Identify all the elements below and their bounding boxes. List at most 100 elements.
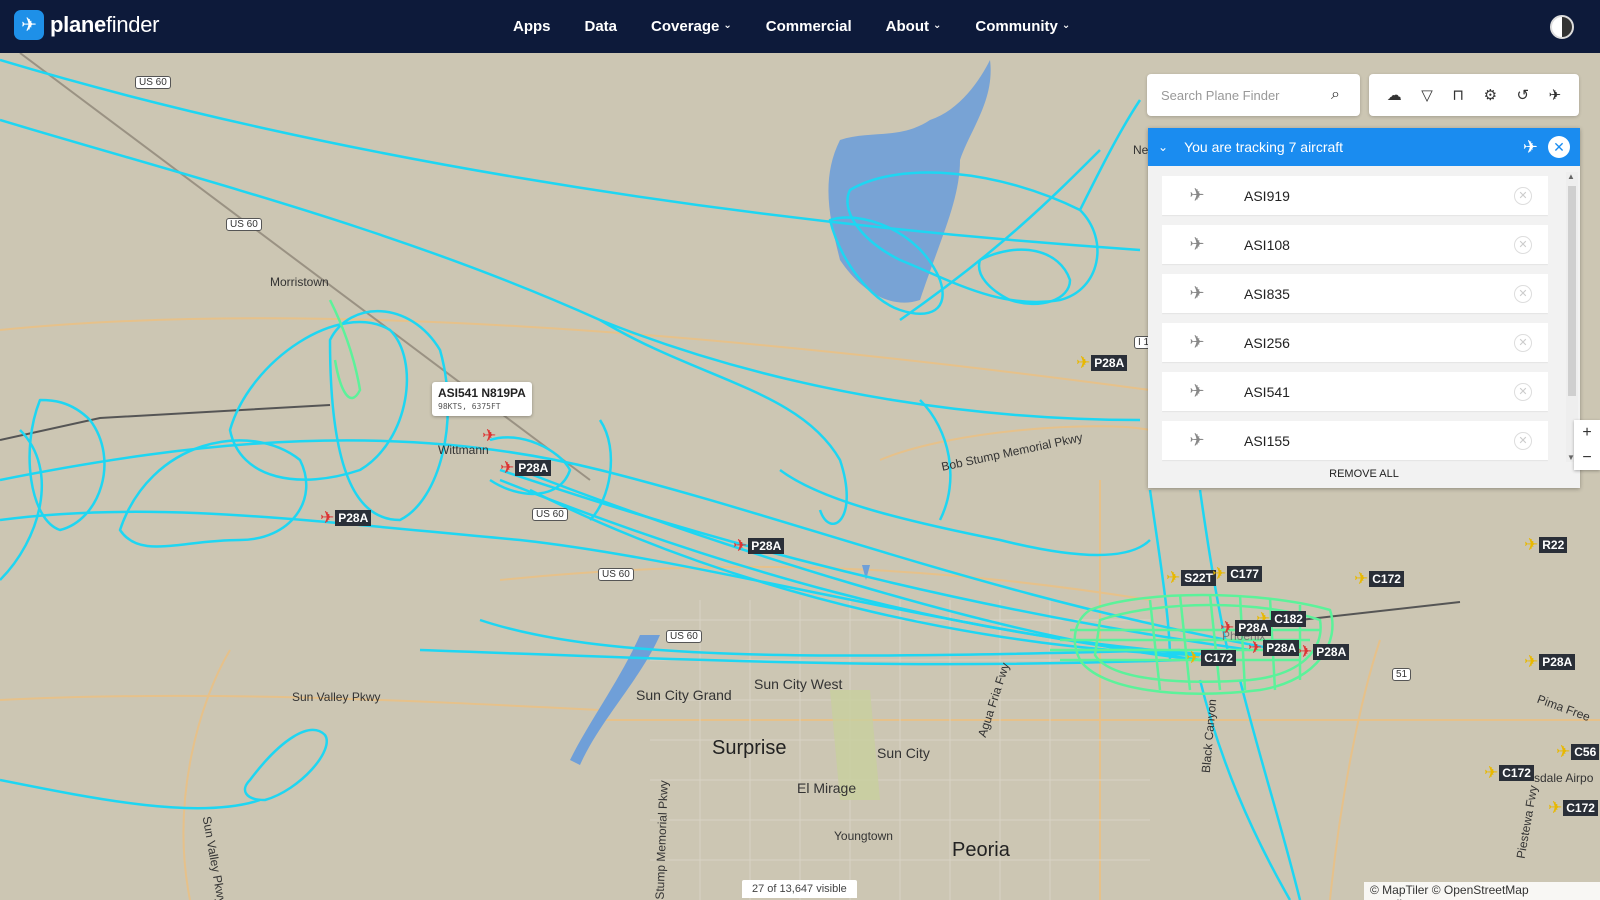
aircraft-tooltip[interactable]: ASI541 N819PA 98KTS, 6375FT [432, 382, 532, 416]
remove-icon[interactable]: ✕ [1514, 187, 1532, 205]
tracking-icon[interactable]: ✈ [1549, 86, 1562, 104]
highway-shield-us60: US 60 [598, 568, 634, 581]
plane-icon: ✈ [1189, 185, 1205, 205]
place-peoria: Peoria [952, 839, 1010, 861]
panel-scrollbar[interactable]: ▲ ▼ [1566, 172, 1578, 462]
search-input[interactable] [1161, 87, 1331, 103]
map-attribution[interactable]: © MapTiler © OpenStreetMap contributors [1364, 882, 1600, 900]
nav-commercial[interactable]: Commercial [766, 18, 852, 35]
tracking-title: You are tracking 7 aircraft [1184, 139, 1344, 155]
plane-icon: ✈ [1166, 568, 1181, 587]
tracked-aircraft-row[interactable]: ✈ ASI256 ✕ [1162, 323, 1548, 362]
plane-icon: ✈ [1298, 642, 1313, 661]
remove-icon[interactable]: ✕ [1514, 334, 1532, 352]
tracked-aircraft-row[interactable]: ✈ ASI155 ✕ [1162, 421, 1548, 460]
plane-icon: ✈ [1189, 381, 1205, 401]
filter-icon[interactable]: ▽ [1421, 86, 1433, 104]
remove-all-button[interactable]: REMOVE ALL [1148, 468, 1580, 480]
remove-icon[interactable]: ✕ [1514, 285, 1532, 303]
aircraft-marker[interactable]: ✈ P28A [1298, 642, 1350, 661]
tracked-aircraft-row[interactable]: ✈ ASI919 ✕ [1162, 176, 1548, 215]
place-ne: Ne [1133, 143, 1149, 157]
plane-icon: ✈ [1189, 430, 1205, 450]
aircraft-marker[interactable]: ✈ C172 [1484, 764, 1534, 781]
tracked-aircraft-row[interactable]: ✈ ASI835 ✕ [1162, 274, 1548, 313]
plane-icon: ✈ [500, 458, 515, 477]
tracked-aircraft-list: ✈ ASI919 ✕ ✈ ASI108 ✕ ✈ ASI835 ✕ ✈ ASI256 ✕ ✈ ASI… [1162, 176, 1548, 462]
aircraft-marker[interactable]: ✈ C172 [1548, 799, 1598, 816]
highway-shield-us60: US 60 [532, 508, 568, 521]
main-nav: Apps Data Coverage ⌄ Commercial About ⌄ Co… [513, 0, 1104, 53]
plane-icon: ✈ [733, 536, 748, 555]
close-icon[interactable]: ✕ [1548, 136, 1570, 158]
aircraft-marker[interactable]: ✈ P28A [500, 458, 552, 477]
place-sun-city-west: Sun City West [754, 676, 843, 692]
scroll-thumb[interactable] [1568, 186, 1576, 396]
aircraft-marker[interactable]: ✈ P28A [320, 509, 372, 526]
aircraft-marker[interactable]: ✈ P28A [1248, 639, 1300, 656]
highway-shield-us60: US 60 [135, 76, 171, 89]
place-morristown: Morristown [270, 275, 329, 289]
user-avatar[interactable] [1550, 15, 1574, 39]
place-sun-city-grand: Sun City Grand [636, 687, 732, 703]
tooltip-details: 98KTS, 6375FT [438, 402, 501, 411]
zoom-control: + − [1574, 420, 1600, 470]
search-box: ⌕ [1147, 74, 1360, 116]
plane-logo-icon: ✈ [14, 10, 44, 40]
selected-aircraft-marker[interactable]: ✈ [482, 427, 496, 444]
zoom-out-icon[interactable]: − [1582, 449, 1591, 467]
plane-icon: ✈ [1189, 234, 1205, 254]
remove-icon[interactable]: ✕ [1514, 383, 1532, 401]
tracking-panel: ⌄ You are tracking 7 aircraft ✈ ✕ ✈ ASI91… [1148, 128, 1580, 488]
plane-icon: ✈ [1548, 798, 1563, 817]
aircraft-marker[interactable]: ✈ P28A [733, 536, 785, 555]
aircraft-marker[interactable]: ✈ C56 [1556, 743, 1600, 760]
plane-icon: ✈ [1220, 618, 1235, 637]
plane-icon: ✈ [1484, 763, 1499, 782]
nav-apps[interactable]: Apps [513, 18, 551, 35]
settings-icon[interactable]: ⚙ [1484, 86, 1497, 104]
place-surprise: Surprise [712, 737, 787, 759]
place-scottsdale: sdale Airpo [1534, 771, 1594, 785]
aircraft-marker[interactable]: ✈ R22 [1524, 536, 1568, 553]
aircraft-marker[interactable]: ✈ C172 [1354, 570, 1404, 587]
chevron-down-icon: ⌄ [723, 20, 732, 31]
plane-icon: ✈ [1189, 332, 1205, 352]
scroll-up-icon[interactable]: ▲ [1567, 172, 1575, 181]
remove-icon[interactable]: ✕ [1514, 236, 1532, 254]
tracked-aircraft-row[interactable]: ✈ ASI108 ✕ [1162, 225, 1548, 264]
highway-shield-us60: US 60 [226, 218, 262, 231]
place-wittmann: Wittmann [438, 443, 489, 457]
nav-about[interactable]: About ⌄ [886, 18, 942, 35]
aircraft-marker[interactable]: ✈ C172 [1186, 649, 1236, 666]
aircraft-marker[interactable]: ✈ P28A [1076, 353, 1128, 372]
tracked-aircraft-row[interactable]: ✈ ASI541 ✕ [1162, 372, 1548, 411]
nav-coverage[interactable]: Coverage ⌄ [651, 18, 732, 35]
nav-data[interactable]: Data [585, 18, 618, 35]
plane-icon: ✈ [1212, 564, 1227, 583]
plane-icon: ✈ [1076, 353, 1091, 372]
place-el-mirage: El Mirage [797, 780, 857, 796]
planefinder-logo[interactable]: ✈ planefinder [14, 10, 160, 40]
plane-icon: ✈ [1524, 652, 1539, 671]
aircraft-marker[interactable]: ✈ P28A [1220, 618, 1272, 637]
search-icon[interactable]: ⌕ [1331, 86, 1340, 104]
plane-icon: ✈ [1189, 283, 1205, 303]
zoom-in-icon[interactable]: + [1582, 424, 1591, 442]
tooltip-callsign: ASI541 N819PA [438, 386, 526, 400]
visible-count: 27 of 13,647 visible [742, 880, 857, 898]
collapse-chevron-icon[interactable]: ⌄ [1158, 140, 1168, 154]
plane-icon: ✈ [482, 426, 497, 445]
bookmark-icon[interactable]: ⊓ [1452, 86, 1464, 104]
map-toolbar: ☁ ▽ ⊓ ⚙ ↺ ✈ [1369, 74, 1579, 116]
nav-community[interactable]: Community ⌄ [975, 18, 1070, 35]
aircraft-marker[interactable]: ✈ P28A [1524, 652, 1576, 671]
weather-icon[interactable]: ☁ [1387, 86, 1402, 104]
history-icon[interactable]: ↺ [1517, 86, 1530, 104]
plane-icon: ✈ [1354, 569, 1369, 588]
aircraft-marker[interactable]: ✈ S22T [1166, 569, 1216, 586]
tracking-panel-header[interactable]: ⌄ You are tracking 7 aircraft ✈ ✕ [1148, 128, 1580, 166]
highway-shield-us60: US 60 [666, 630, 702, 643]
aircraft-marker[interactable]: ✈ C177 [1212, 565, 1262, 582]
remove-icon[interactable]: ✕ [1514, 432, 1532, 450]
